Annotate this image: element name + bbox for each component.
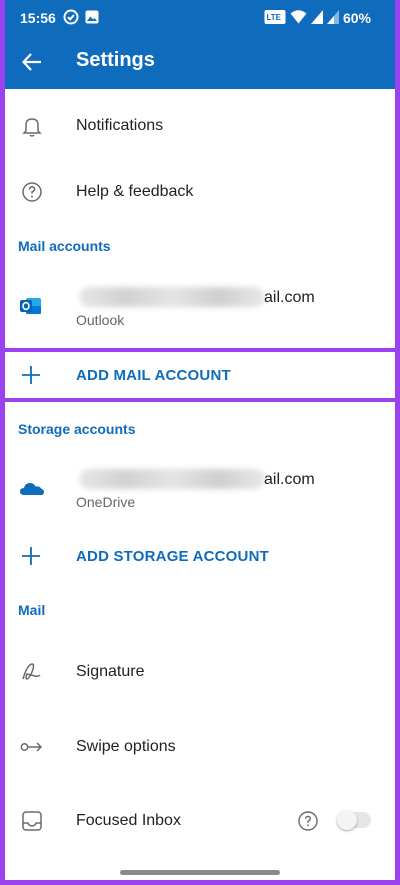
add-storage-account-label: ADD STORAGE ACCOUNT <box>76 548 269 565</box>
mail-account-provider: Outlook <box>76 312 125 328</box>
mail-account-row[interactable]: ail.com Outlook <box>5 280 395 332</box>
add-mail-account-button[interactable]: ADD MAIL ACCOUNT <box>5 352 395 398</box>
focused-inbox-toggle[interactable] <box>337 810 371 830</box>
swipe-options-label: Swipe options <box>76 738 176 755</box>
status-bar: 15:56 LTE 60% <box>5 0 395 35</box>
email-blurred <box>79 287 265 307</box>
outlook-icon <box>20 298 41 314</box>
settings-screen: 15:56 LTE 60% Settings Notifications Hel… <box>5 0 395 880</box>
mail-account-email: ail.com <box>264 289 315 306</box>
back-arrow-icon[interactable] <box>19 49 45 75</box>
volte-icon: LTE <box>264 10 286 24</box>
wifi-icon <box>290 10 307 24</box>
page-title: Settings <box>76 49 155 71</box>
check-circle-icon <box>63 9 79 25</box>
storage-account-email: ail.com <box>264 471 315 488</box>
signature-label: Signature <box>76 663 145 680</box>
help-feedback-label: Help & feedback <box>76 183 194 200</box>
signal-2-icon <box>327 10 339 24</box>
status-time: 15:56 <box>20 10 56 26</box>
inbox-icon <box>22 811 42 831</box>
home-indicator[interactable] <box>120 870 280 875</box>
help-icon[interactable] <box>297 810 319 832</box>
focused-inbox-label: Focused Inbox <box>76 812 181 829</box>
signature-row[interactable]: Signature <box>5 652 395 692</box>
plus-icon <box>22 366 40 384</box>
help-feedback-row[interactable]: Help & feedback <box>5 173 395 213</box>
plus-icon <box>22 547 40 565</box>
add-storage-account-button[interactable]: ADD STORAGE ACCOUNT <box>5 535 395 577</box>
onedrive-icon <box>20 483 44 495</box>
signature-icon <box>22 663 41 680</box>
toggle-knob <box>337 810 357 830</box>
help-icon <box>22 182 42 202</box>
mail-heading: Mail <box>18 602 46 618</box>
storage-account-provider: OneDrive <box>76 494 136 510</box>
storage-account-row[interactable]: ail.com OneDrive <box>5 462 395 514</box>
mail-accounts-heading: Mail accounts <box>18 238 111 254</box>
svg-text:LTE: LTE <box>267 13 282 22</box>
swipe-options-row[interactable]: Swipe options <box>5 727 395 767</box>
notifications-label: Notifications <box>76 117 164 134</box>
signal-icon <box>311 10 323 24</box>
battery-level: 60% <box>342 10 371 26</box>
bell-icon <box>22 118 42 137</box>
notifications-row[interactable]: Notifications <box>5 107 395 147</box>
storage-accounts-heading: Storage accounts <box>18 421 136 437</box>
add-mail-account-label: ADD MAIL ACCOUNT <box>76 367 231 384</box>
swipe-icon <box>20 742 43 752</box>
gallery-icon <box>85 10 99 24</box>
app-bar: Settings <box>5 35 395 89</box>
email-blurred <box>79 469 265 489</box>
